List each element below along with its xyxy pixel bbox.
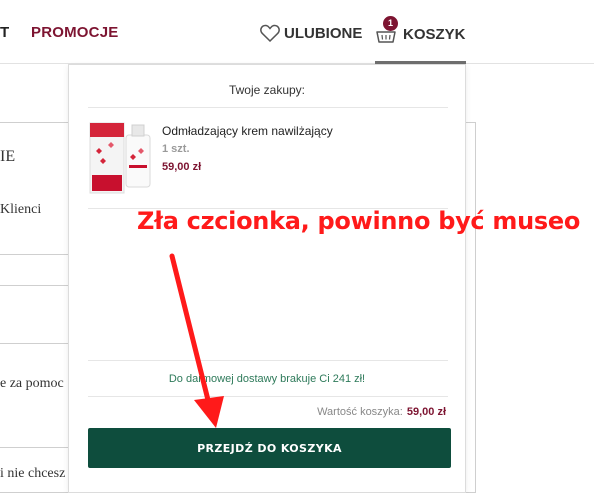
- cart-total-value: 59,00 zł: [406, 406, 446, 418]
- heart-icon: [260, 24, 280, 42]
- divider: [88, 107, 448, 108]
- cart-total: Wartość koszyka: 59,00 zł: [317, 406, 446, 418]
- product-name[interactable]: Odmładzający krem nawilżający: [162, 124, 333, 138]
- cart-label: KOSZYK: [403, 25, 466, 43]
- background-divider: [0, 343, 68, 344]
- nav-item-cut-off[interactable]: T: [0, 24, 9, 41]
- background-clients-fragment: Klienci: [0, 202, 42, 217]
- cart-total-label: Wartość koszyka:: [317, 406, 403, 418]
- cart-product-item[interactable]: Odmładzający krem nawilżający 1 szt. 59,…: [88, 117, 448, 209]
- background-divider: [0, 285, 68, 286]
- background-divider: [0, 447, 68, 448]
- favorites-link[interactable]: ULUBIONE: [260, 24, 362, 42]
- divider: [88, 396, 448, 397]
- background-help-fragment: e za pomoc: [0, 376, 64, 391]
- product-quantity: 1 szt.: [162, 143, 190, 155]
- background-divider: [0, 254, 68, 255]
- free-shipping-notice: Do darmowej dostawy brakuje Ci 241 zł!: [168, 373, 366, 385]
- cart-count-badge: 1: [383, 16, 398, 31]
- product-price: 59,00 zł: [162, 161, 202, 173]
- favorites-label: ULUBIONE: [284, 24, 363, 42]
- go-to-cart-button[interactable]: PRZEJDŹ DO KOSZYKA: [88, 428, 451, 468]
- cream-product-image: [89, 122, 151, 194]
- annotation-text: Zła czcionka, powinno być museo: [137, 207, 581, 235]
- background-dont-want-fragment: i nie chcesz: [0, 466, 66, 481]
- top-navigation: T PROMOCJE ULUBIONE KOSZYK 1: [0, 0, 594, 64]
- cart-link[interactable]: KOSZYK 1: [375, 12, 466, 64]
- background-heading-fragment: IE: [0, 148, 16, 165]
- annotation-arrow-icon: [169, 253, 224, 428]
- cart-dropdown: Twoje zakupy: Odmładzający krem nawilżaj…: [68, 64, 466, 493]
- cart-dropdown-title: Twoje zakupy:: [228, 83, 306, 97]
- nav-item-promocje[interactable]: PROMOCJE: [31, 24, 118, 41]
- divider: [88, 360, 448, 361]
